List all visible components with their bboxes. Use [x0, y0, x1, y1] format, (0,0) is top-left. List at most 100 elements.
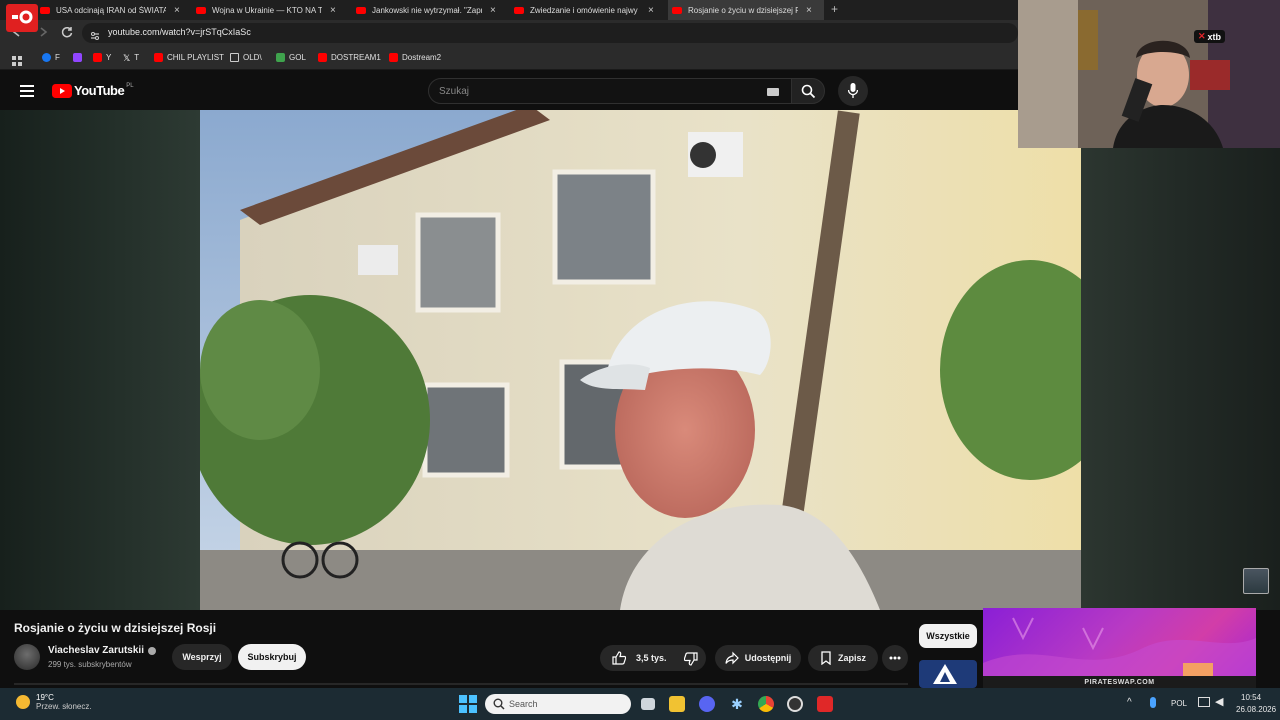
- subscribe-button[interactable]: Subskrybuj: [238, 644, 306, 670]
- more-dots-icon: [889, 656, 901, 660]
- forward-icon[interactable]: [36, 25, 50, 39]
- sponsor-ad-overlay: PIRATESWAP.COM: [983, 608, 1256, 688]
- bookmark-save-icon: [821, 651, 831, 665]
- browser-tab-active[interactable]: Rosjanie o życiu w dzisiejszej R ×: [668, 0, 824, 20]
- bookmark-twitch[interactable]: [73, 53, 86, 62]
- bookmark-dostream2[interactable]: Dostream2: [389, 53, 441, 62]
- close-tab-icon[interactable]: ×: [648, 5, 654, 16]
- network-icon[interactable]: [1198, 697, 1210, 707]
- browser-tab[interactable]: USA odcinają IRAN od ŚWIATA ×: [36, 0, 188, 20]
- thumbs-up-icon: [612, 651, 626, 665]
- ad-graphic: [983, 617, 1256, 688]
- twitch-icon: [73, 53, 82, 62]
- volume-icon[interactable]: ◀: [1215, 695, 1223, 708]
- verified-icon: [147, 646, 156, 655]
- apps-grid-icon[interactable]: [12, 53, 22, 66]
- bookmarks-bar: F Y 𝕏T CHIL PLAYLIST OLD\ GOL DOSTREAM1 …: [0, 46, 1018, 70]
- browser-tab[interactable]: Jankowski nie wytrzymał. "Zapr ×: [352, 0, 504, 20]
- bookmark-dostream1[interactable]: DOSTREAM1: [318, 53, 381, 62]
- clock-time[interactable]: 10:54: [1241, 693, 1261, 702]
- save-button[interactable]: Zapisz: [808, 645, 878, 671]
- channel-avatar[interactable]: [14, 644, 40, 670]
- bookmark-folder-old[interactable]: OLD\: [230, 53, 262, 62]
- url-bar[interactable]: youtube.com/watch?v=jrSTqCxIaSc: [82, 23, 1018, 43]
- windows-logo-icon: [459, 695, 477, 713]
- app-sparkle-icon[interactable]: ✱: [729, 696, 745, 712]
- close-tab-icon[interactable]: ×: [174, 5, 180, 16]
- mic-tray-icon[interactable]: [1150, 697, 1156, 708]
- bookmark-chil-playlist[interactable]: CHIL PLAYLIST: [154, 53, 224, 62]
- youtube-favicon-icon: [196, 6, 206, 14]
- voice-search-button[interactable]: [838, 76, 868, 106]
- windows-taskbar: 19°C Przew. słonecz. Search ✱ ^ POL ◀ 10…: [0, 688, 1280, 720]
- video-title: Rosjanie o życiu w dzisiejszej Rosji: [14, 621, 217, 635]
- discord-icon[interactable]: [699, 696, 715, 712]
- search-icon: [801, 84, 816, 99]
- close-tab-icon[interactable]: ×: [330, 5, 336, 16]
- search-input[interactable]: Szukaj: [428, 78, 792, 104]
- streamer-logo: [6, 4, 38, 32]
- url-text: youtube.com/watch?v=jrSTqCxIaSc: [108, 27, 251, 37]
- avatar: [1243, 568, 1269, 594]
- share-button[interactable]: Udostępnij: [715, 645, 801, 671]
- clock-date[interactable]: 26.08.2026: [1236, 705, 1276, 714]
- x-logo-icon: 𝕏: [123, 53, 131, 63]
- obs-icon[interactable]: [787, 696, 803, 712]
- search-icon: [493, 698, 505, 710]
- youtube-play-logo-icon: [52, 83, 72, 98]
- address-bar-row: youtube.com/watch?v=jrSTqCxIaSc: [0, 20, 1018, 46]
- dislike-button[interactable]: [683, 652, 698, 666]
- progress-divider: [14, 683, 908, 685]
- video-frame: [200, 110, 1081, 610]
- bookmark-facebook[interactable]: F: [42, 53, 60, 62]
- thumbs-down-icon: [683, 652, 698, 666]
- site-info-icon[interactable]: [90, 28, 100, 40]
- close-tab-icon[interactable]: ×: [806, 5, 812, 16]
- youtube-favicon-icon: [356, 6, 366, 14]
- facebook-icon: [42, 53, 51, 62]
- browser-tab[interactable]: Zwiedzanie i omówienie najwy ×: [510, 0, 662, 20]
- weather-widget[interactable]: 19°C Przew. słonecz.: [16, 693, 92, 711]
- youtube-icon: [318, 53, 327, 62]
- ambient-left-panel: [0, 110, 200, 610]
- bookmark-youtube[interactable]: Y: [93, 53, 111, 62]
- browser-tab[interactable]: Wojna w Ukrainie — KTO NA T ×: [192, 0, 344, 20]
- channel-name[interactable]: Viacheslav Zarutskii: [48, 645, 156, 656]
- folder-icon: [230, 53, 239, 62]
- youtube-icon: [93, 53, 102, 62]
- subscriber-count: 299 tys. subskrybentów: [48, 660, 132, 669]
- start-button[interactable]: [459, 695, 477, 713]
- tray-overflow-icon[interactable]: ^: [1127, 697, 1132, 708]
- microphone-icon: [848, 83, 858, 98]
- recording-app-icon[interactable]: [817, 696, 833, 712]
- xtb-logo-icon: ✕: [1198, 31, 1206, 41]
- taskbar-search[interactable]: Search: [485, 694, 631, 714]
- close-tab-icon[interactable]: ×: [490, 5, 496, 16]
- menu-icon[interactable]: [20, 84, 34, 97]
- webcam-feed: [1018, 0, 1280, 148]
- ad-text: PIRATESWAP.COM: [1084, 679, 1155, 686]
- keyboard-icon[interactable]: [767, 88, 779, 96]
- sun-cloud-icon: [16, 695, 30, 709]
- gol-icon: [276, 53, 285, 62]
- youtube-icon: [154, 53, 163, 62]
- recommended-thumbnail[interactable]: [919, 660, 977, 688]
- xtb-badge: ✕ xtb: [1194, 30, 1226, 43]
- ambient-right-panel: [1081, 148, 1280, 610]
- search-button[interactable]: [791, 78, 825, 104]
- webcam-overlay: ✕ xtb: [1018, 0, 1280, 148]
- filter-chip-all[interactable]: Wszystkie: [919, 624, 977, 648]
- video-player[interactable]: [200, 110, 1081, 610]
- support-button[interactable]: Wesprzyj: [172, 644, 232, 670]
- bookmark-gol[interactable]: GOL: [276, 53, 306, 62]
- new-tab-button[interactable]: +: [831, 2, 838, 16]
- more-actions-button[interactable]: [882, 645, 908, 671]
- chrome-icon[interactable]: [758, 696, 774, 712]
- file-explorer-icon[interactable]: [669, 696, 685, 712]
- language-indicator[interactable]: POL: [1171, 699, 1187, 708]
- reload-icon[interactable]: [60, 25, 74, 39]
- youtube-icon: [389, 53, 398, 62]
- task-view-icon[interactable]: [641, 698, 655, 710]
- bookmark-x[interactable]: 𝕏T: [123, 53, 139, 63]
- youtube-logo[interactable]: YouTube PL: [52, 83, 134, 98]
